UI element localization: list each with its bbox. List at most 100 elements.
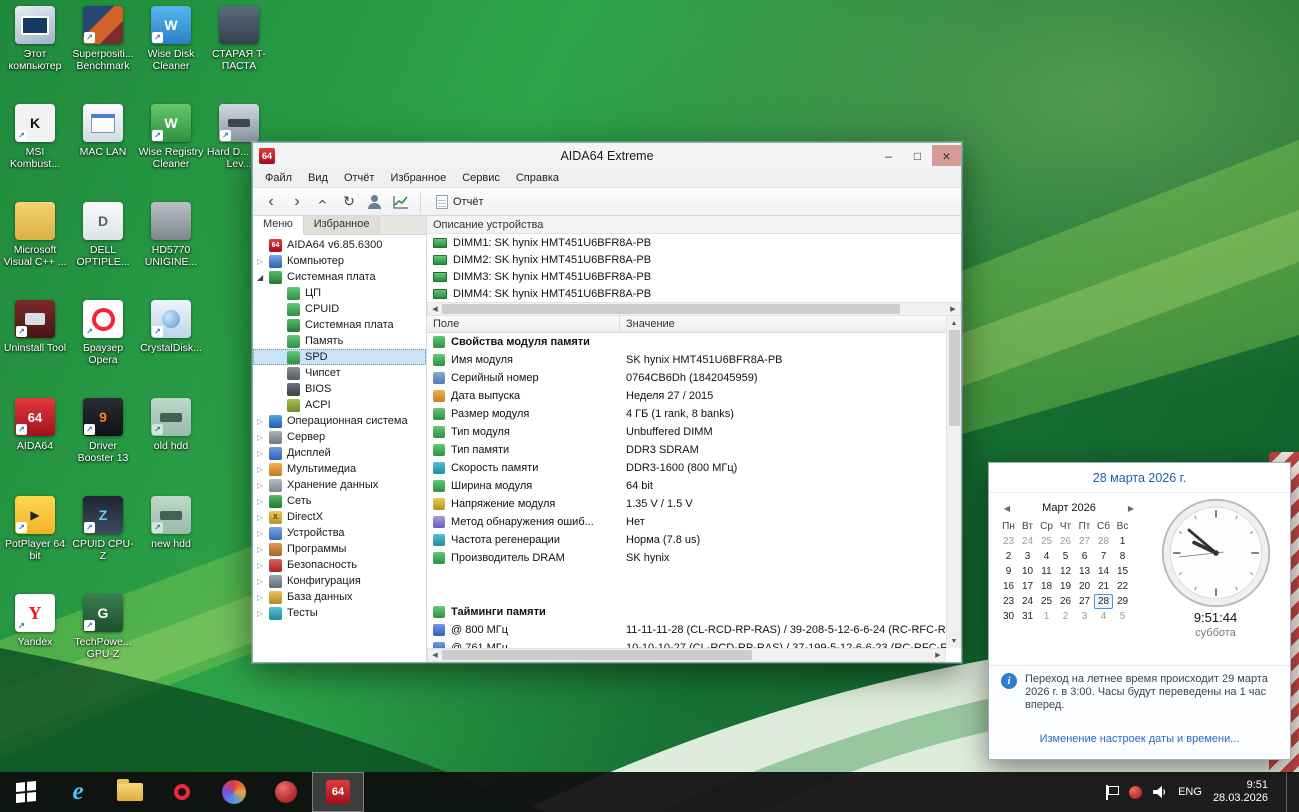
calendar-day[interactable]: 30 [999,609,1018,624]
minimize-button[interactable] [874,145,903,166]
calendar-day[interactable]: 4 [1094,609,1113,624]
tree-item[interactable]: Устройства [253,525,426,541]
calendar-day[interactable]: 17 [1018,579,1037,594]
calendar-day[interactable]: 11 [1037,564,1056,579]
desktop-icon[interactable]: new hdd [138,496,204,580]
desktop-icon[interactable]: СТАРАЯ Т-ПАСТА [206,6,272,90]
calendar-day[interactable]: 2 [1056,609,1075,624]
desktop-icon[interactable]: Superpositi... Benchmark [70,6,136,90]
tree-item[interactable]: Дисплей [253,445,426,461]
calendar-day[interactable]: 24 [1018,534,1037,549]
up-button[interactable] [311,191,335,213]
desktop-icon[interactable]: Uninstall Tool [2,300,68,384]
taskbar-app-button[interactable] [260,772,312,812]
calendar-day[interactable]: 25 [1037,594,1056,609]
language-indicator[interactable]: ENG [1178,786,1202,798]
desktop-icon[interactable]: MSI Kombust... [2,104,68,188]
calendar-day[interactable]: 23 [999,594,1018,609]
expand-arrow-icon[interactable] [257,449,269,458]
scrollbar-thumb[interactable] [442,304,900,314]
calendar-day[interactable]: 6 [1075,549,1094,564]
expand-arrow-icon[interactable] [257,481,269,490]
desktop-icon[interactable]: Wise Disk Cleaner [138,6,204,90]
tree-item[interactable]: DirectX [253,509,426,525]
calendar-day[interactable]: 26 [1056,534,1075,549]
tree-item[interactable]: CPUID [253,301,426,317]
table-row[interactable]: Метод обнаружения ошиб... Нет [427,513,946,531]
refresh-button[interactable] [337,191,361,213]
show-desktop-button[interactable] [1286,772,1295,812]
taskbar-app-button[interactable] [208,772,260,812]
desktop-icon[interactable]: DELL OPTIPLE... [70,202,136,286]
expand-arrow-icon[interactable] [257,593,269,602]
menubar-item[interactable]: Избранное [382,172,454,184]
maximize-button[interactable] [903,145,932,166]
tree-item[interactable]: ACPI [253,397,426,413]
calendar-day[interactable]: 23 [999,534,1018,549]
expand-arrow-icon[interactable] [257,497,269,506]
table-row[interactable]: Дата выпуска Неделя 27 / 2015 [427,387,946,405]
calendar-day[interactable]: 3 [1075,609,1094,624]
report-button[interactable]: Отчёт [428,193,491,211]
table-row[interactable]: Напряжение модуля 1.35 V / 1.5 V [427,495,946,513]
table-row[interactable]: Скорость памяти DDR3-1600 (800 МГц) [427,459,946,477]
expand-arrow-icon[interactable] [257,529,269,538]
table-row[interactable]: Тип модуля Unbuffered DIMM [427,423,946,441]
calendar-day[interactable]: 16 [999,579,1018,594]
tree-item[interactable]: AIDA64 v6.85.6300 [253,237,426,253]
desktop-icon[interactable]: Microsoft Visual C++ ... [2,202,68,286]
calendar-day[interactable]: 4 [1037,549,1056,564]
calendar-day[interactable]: 24 [1018,594,1037,609]
table-row[interactable]: Ширина модуля 64 bit [427,477,946,495]
table-row[interactable]: Имя модуля SK hynix HMT451U6BFR8A-PB [427,351,946,369]
scroll-right-arrow[interactable]: ▶ [931,649,945,661]
calendar-day[interactable]: 20 [1075,579,1094,594]
action-center-flag-icon[interactable] [1106,785,1118,800]
users-button[interactable] [363,191,387,213]
expand-arrow-icon[interactable] [257,513,269,522]
expand-arrow-icon[interactable] [257,609,269,618]
tree-item[interactable]: Хранение данных [253,477,426,493]
calendar-day[interactable]: 26 [1056,594,1075,609]
scroll-left-arrow[interactable]: ◀ [428,649,442,661]
desktop-icon[interactable]: MAC LAN [70,104,136,188]
scrollbar-thumb[interactable] [442,650,752,660]
calendar-day[interactable]: 27 [1075,534,1094,549]
desktop-icon[interactable]: Wise Registry Cleaner [138,104,204,188]
taskbar-app-button[interactable] [52,772,104,812]
antivirus-tray-icon[interactable] [1129,786,1142,799]
scroll-up-arrow[interactable]: ▲ [948,316,961,330]
desktop-icon[interactable]: PotPlayer 64 bit [2,496,68,580]
tree-item[interactable]: Программы [253,541,426,557]
forward-button[interactable] [285,191,309,213]
calendar-day[interactable]: 31 [1018,609,1037,624]
desktop-icon[interactable]: CPUID CPU-Z [70,496,136,580]
device-list-item[interactable]: DIMM4: SK hynix HMT451U6BFR8A-PB [427,285,961,302]
tree-item[interactable]: Чипсет [253,365,426,381]
tray-clock[interactable]: 9:51 28.03.2026 [1213,779,1268,806]
chart-button[interactable] [389,191,413,213]
scrollbar-thumb[interactable] [949,330,960,426]
table-row[interactable]: @ 800 МГц 11-11-11-28 (CL-RCD-RP-RAS) / … [427,621,946,639]
panel-tab[interactable]: Меню [253,216,304,235]
prev-month-button[interactable] [999,504,1015,513]
calendar-day[interactable]: 19 [1056,579,1075,594]
desktop-icon[interactable]: Yandex [2,594,68,678]
scroll-down-arrow[interactable]: ▼ [948,634,961,648]
back-button[interactable] [259,191,283,213]
menubar-item[interactable]: Вид [300,172,336,184]
tree-item[interactable]: Сеть [253,493,426,509]
calendar-day[interactable]: 9 [999,564,1018,579]
calendar-day[interactable]: 10 [1018,564,1037,579]
calendar-day[interactable]: 3 [1018,549,1037,564]
tree-item[interactable]: Тесты [253,605,426,621]
tree-item[interactable]: Безопасность [253,557,426,573]
calendar-day[interactable]: 8 [1113,549,1132,564]
expand-arrow-icon[interactable] [257,257,269,266]
calendar-day[interactable]: 28 [1094,594,1113,609]
calendar-day[interactable]: 21 [1094,579,1113,594]
desktop-icon[interactable]: AIDA64 [2,398,68,482]
table-row[interactable]: Тип памяти DDR3 SDRAM [427,441,946,459]
table-row[interactable]: Размер модуля 4 ГБ (1 rank, 8 banks) [427,405,946,423]
expand-arrow-icon[interactable] [257,273,269,282]
